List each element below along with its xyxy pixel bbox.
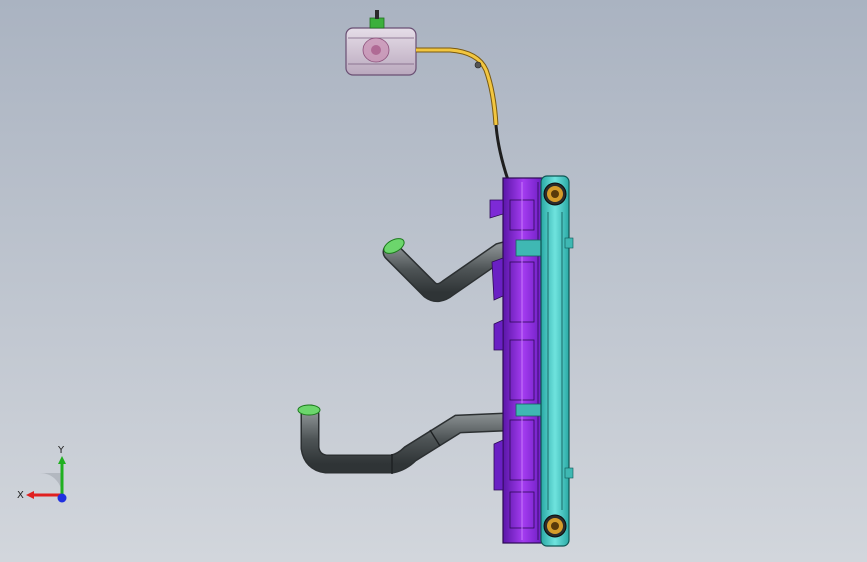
coordinate-triad: X Y	[17, 445, 67, 503]
lower-mount-bushing[interactable]	[543, 514, 567, 538]
lower-radiator-hose[interactable]	[297, 404, 515, 474]
graphics-viewport[interactable]: X Y	[0, 0, 867, 562]
z-axis-dot	[57, 493, 67, 503]
x-axis-label: X	[17, 490, 24, 501]
fan-shroud[interactable]	[489, 177, 547, 544]
triad-plane	[40, 473, 62, 495]
cad-model[interactable]	[0, 0, 867, 562]
x-axis-arrowhead	[26, 491, 34, 499]
upper-mount-bushing[interactable]	[543, 182, 567, 206]
y-axis-label: Y	[57, 445, 65, 456]
overflow-hose[interactable]	[416, 47, 510, 181]
radiator-core[interactable]	[540, 175, 574, 547]
y-axis-arrowhead	[58, 456, 66, 464]
expansion-tank[interactable]	[345, 10, 417, 76]
